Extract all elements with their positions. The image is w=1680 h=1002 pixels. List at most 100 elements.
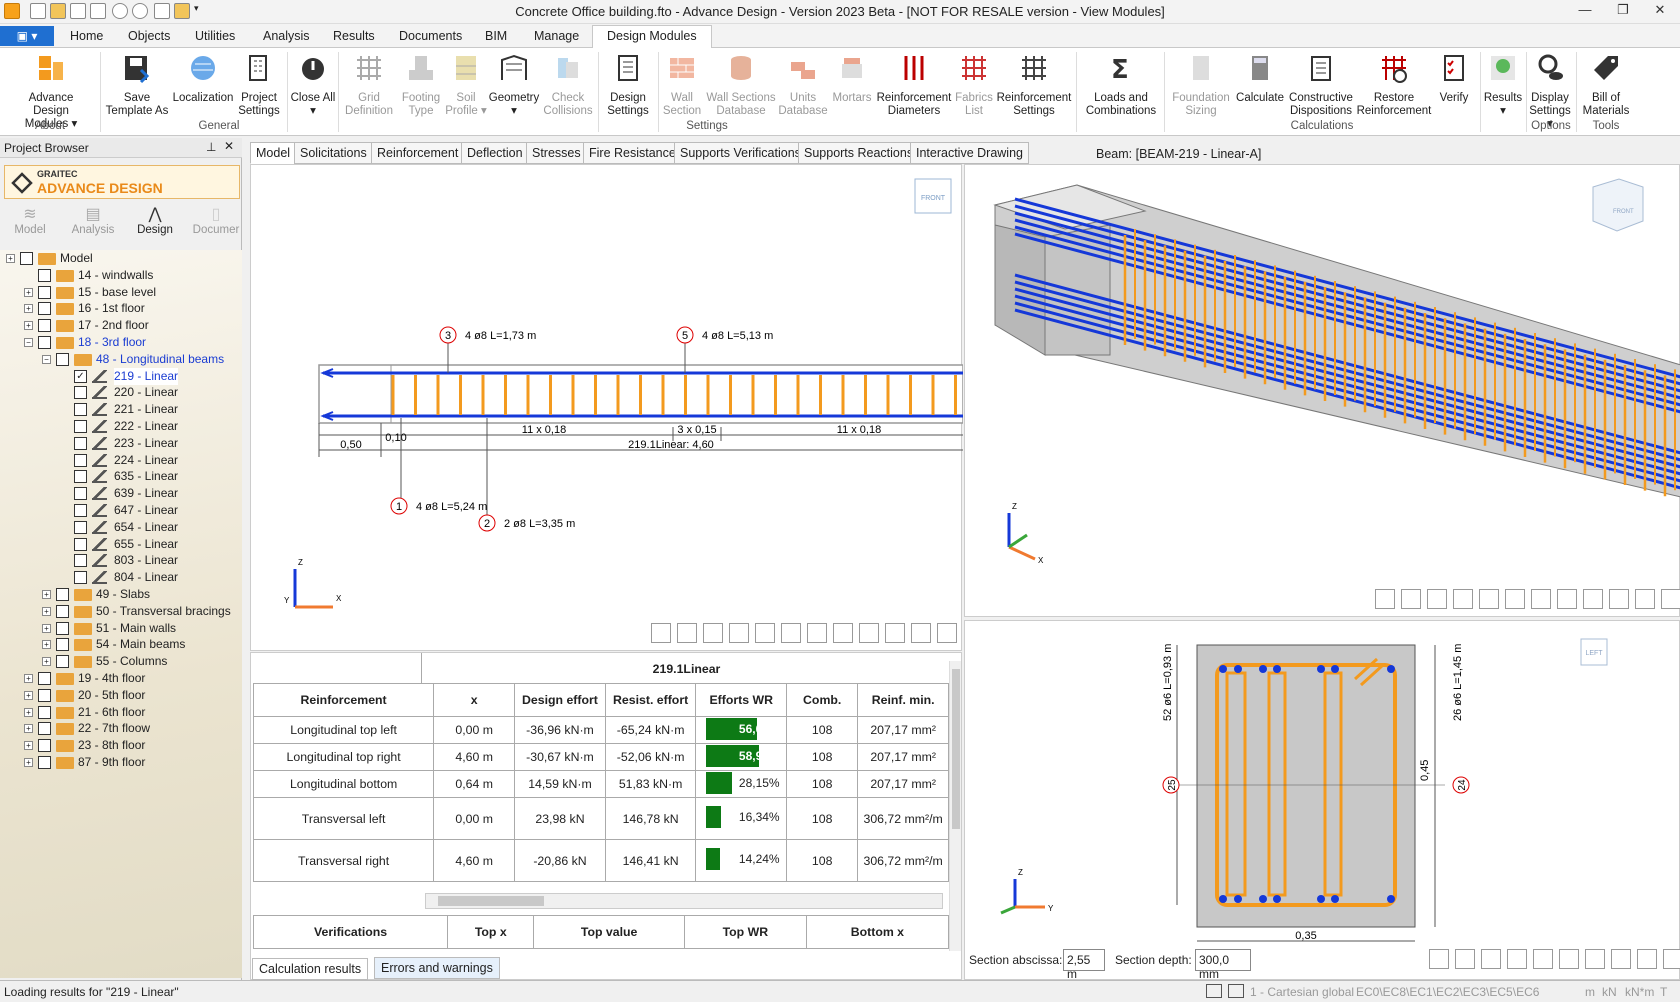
results-button[interactable]: Results ▾ — [1482, 52, 1524, 118]
unit-knm[interactable]: kN*m — [1625, 985, 1654, 999]
view-tab-model[interactable]: Model — [250, 142, 297, 164]
tab-manage[interactable]: Manage — [534, 29, 579, 43]
expand-icon[interactable] — [937, 623, 957, 643]
localization-button[interactable]: Localization — [170, 52, 236, 105]
tab-results[interactable]: Results — [333, 29, 375, 43]
tree-checkbox[interactable] — [38, 268, 51, 282]
tree-checkbox[interactable] — [74, 436, 87, 450]
tree-checkbox[interactable] — [20, 252, 33, 265]
view-3d-icon[interactable] — [1557, 589, 1577, 609]
expand-icon[interactable]: + — [24, 690, 33, 700]
table-row[interactable]: Longitudinal top left 0,00 m -36,96 kN·m -6… — [252, 716, 949, 744]
zoom-icon[interactable] — [1637, 949, 1657, 969]
render-icon[interactable] — [1583, 589, 1603, 609]
collapse-icon[interactable]: − — [42, 354, 51, 364]
unit-t[interactable]: T — [1660, 985, 1667, 999]
elevation-view[interactable]: FRONT 11 x 0,18 3 x 0,15 11 x 0,18 0,50 … — [250, 164, 963, 651]
tree-item[interactable]: − 18 - 3rd floor — [0, 334, 240, 351]
info-icon[interactable] — [911, 623, 931, 643]
tab-calculation-results[interactable]: Calculation results — [252, 958, 369, 980]
expand-icon[interactable]: + — [24, 724, 33, 734]
tree-item[interactable]: 14 - windwalls — [0, 267, 240, 284]
design-settings-button[interactable]: Design Settings — [600, 52, 656, 118]
expand-icon[interactable]: + — [6, 254, 15, 263]
units-database-button[interactable]: Units Database — [776, 52, 830, 118]
tree-checkbox[interactable] — [56, 638, 69, 652]
section-icon[interactable] — [885, 623, 905, 643]
print-icon[interactable] — [703, 623, 723, 643]
tree-item[interactable]: +22 - 7th floow — [0, 720, 240, 737]
tree-checkbox[interactable] — [74, 487, 87, 501]
tree-item[interactable]: 655 - Linear — [0, 536, 240, 553]
panel-tab-model[interactable]: ≋ Model — [0, 204, 60, 236]
view-tab-supports-verifications[interactable]: Supports Verifications — [674, 142, 807, 164]
section-depth-input[interactable]: 300,0 mm — [1195, 949, 1251, 981]
tree-checkbox[interactable] — [74, 571, 87, 585]
check-collisions-button[interactable]: Check Collisions — [540, 52, 596, 118]
table-row[interactable]: Longitudinal bottom 0,64 m 14,59 kN·m 51,83… — [252, 770, 949, 798]
zoom-icon[interactable] — [859, 623, 879, 643]
tree-item[interactable]: 220 - Linear — [0, 384, 240, 401]
table-row[interactable]: Transversal left 0,00 m 23,98 kN 146,78 kN 1… — [252, 797, 949, 840]
close-all-button[interactable]: Close All ▾ — [290, 52, 336, 118]
axis-icon[interactable] — [1609, 589, 1629, 609]
zoom-box-icon[interactable] — [1533, 949, 1553, 969]
tree-checkbox[interactable] — [74, 554, 87, 568]
collapse-icon[interactable]: − — [24, 338, 33, 347]
tree-checkbox[interactable] — [38, 688, 51, 702]
status-chart-icon[interactable] — [1228, 984, 1244, 998]
expand-icon[interactable]: + — [42, 606, 51, 616]
tree-checkbox[interactable] — [56, 352, 69, 366]
tree-checkbox[interactable] — [56, 621, 69, 635]
expand-icon[interactable]: + — [24, 707, 33, 717]
tree-item[interactable]: 654 - Linear — [0, 519, 240, 536]
tree-item[interactable]: +51 - Main walls — [0, 620, 240, 637]
measure-icon[interactable] — [651, 623, 671, 643]
measure-icon[interactable] — [1375, 589, 1395, 609]
expand-icon[interactable]: + — [24, 287, 33, 297]
expand-icon[interactable]: + — [42, 623, 51, 633]
verify-button[interactable]: Verify — [1430, 52, 1478, 105]
panel-tab-documents[interactable]: ▯ Documer — [186, 204, 246, 236]
view-tab-reinforcement[interactable]: Reinforcement — [371, 142, 465, 164]
tree-item[interactable]: + Model — [0, 250, 240, 267]
tree-item[interactable]: +87 - 9th floor — [0, 754, 240, 771]
panel-tab-design[interactable]: ⋀ Design — [125, 204, 185, 236]
tree-checkbox[interactable] — [74, 537, 87, 551]
tree-checkbox[interactable] — [74, 453, 87, 467]
fit-icon[interactable] — [1505, 589, 1525, 609]
tab-bim[interactable]: BIM — [485, 29, 507, 43]
tree-item[interactable]: +50 - Transversal bracings — [0, 603, 240, 620]
tree-item[interactable]: +55 - Columns — [0, 653, 240, 670]
status-link-icon[interactable] — [1206, 984, 1222, 998]
tree-item[interactable]: 224 - Linear — [0, 452, 240, 469]
tree-item[interactable]: +19 - 4th floor — [0, 670, 240, 687]
expand-icon[interactable]: + — [42, 640, 51, 650]
view-tab-deflection[interactable]: Deflection — [461, 142, 529, 164]
grid-definition-button[interactable]: Grid Definition — [340, 52, 398, 118]
tree-checkbox[interactable] — [74, 470, 87, 484]
expand-icon[interactable]: + — [24, 674, 33, 683]
section-icon[interactable] — [1663, 949, 1680, 969]
tree-item[interactable]: 223 - Linear — [0, 435, 240, 452]
view-tab-fire-resistance[interactable]: Fire Resistance — [583, 142, 682, 164]
axis-icon[interactable] — [833, 623, 853, 643]
fabric-icon[interactable] — [1401, 589, 1421, 609]
expand-icon[interactable]: + — [24, 741, 33, 751]
expand-icon[interactable]: + — [42, 657, 51, 667]
tree-checkbox[interactable] — [74, 420, 87, 433]
tree-checkbox[interactable] — [74, 386, 87, 400]
bill-of-materials-button[interactable]: Bill of Materials — [1578, 52, 1634, 118]
table-row[interactable]: Longitudinal top right 4,60 m -30,67 kN·m -… — [252, 743, 949, 771]
close-panel-icon[interactable]: ✕ — [224, 139, 234, 153]
tree-item[interactable]: 639 - Linear — [0, 485, 240, 502]
save-image-icon[interactable] — [1479, 589, 1499, 609]
coordinate-system[interactable]: 1 - Cartesian global — [1250, 985, 1354, 999]
view-3d-icon[interactable] — [807, 623, 827, 643]
close-icon[interactable]: ✕ — [1645, 2, 1675, 20]
tree-checkbox[interactable] — [74, 520, 87, 534]
reinforcement-diameters-button[interactable]: Reinforcement Diameters — [874, 52, 954, 118]
tree-checkbox[interactable] — [38, 722, 51, 736]
unit-m[interactable]: m — [1585, 985, 1595, 999]
axis-icon[interactable] — [1585, 949, 1605, 969]
